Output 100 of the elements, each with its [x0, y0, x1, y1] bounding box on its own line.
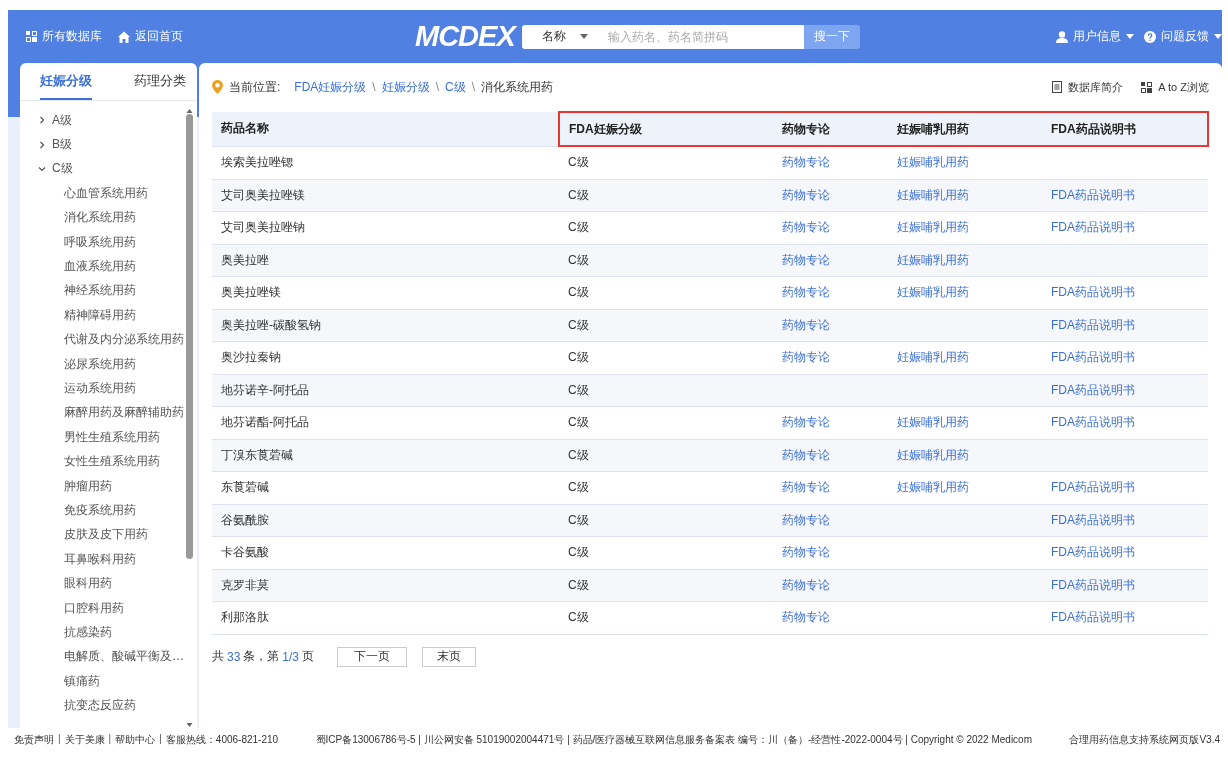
nav-link[interactable]: 返回首页 — [118, 28, 183, 45]
column-header: 药品名称 — [212, 112, 559, 146]
tree-item[interactable]: A级 — [38, 108, 185, 133]
breadcrumb-label: 当前位置: — [229, 78, 281, 96]
table-cell: C级 — [559, 309, 773, 342]
scrollbar[interactable] — [185, 108, 194, 728]
table-cell: C级 — [559, 276, 773, 309]
table-cell: 地芬诺辛-阿托品 — [212, 374, 559, 407]
table-cell: C级 — [559, 536, 773, 569]
table-link[interactable]: 药物专论 — [782, 545, 830, 560]
table-cell: C级 — [559, 406, 773, 439]
tree-item[interactable]: 男性生殖系统用药 — [38, 425, 185, 450]
tree-item[interactable]: C级 — [38, 156, 185, 182]
footer-separator: | — [159, 733, 162, 746]
table-cell: 艾司奥美拉唑镁 — [212, 179, 559, 212]
tree-item[interactable]: 免疫系统用药 — [38, 498, 185, 523]
tree-item[interactable]: 电解质、酸碱平衡及… — [38, 644, 185, 669]
tree-item[interactable]: 消化系统用药 — [38, 205, 185, 230]
table-cell: 利那洛肽 — [212, 601, 559, 634]
tree-item[interactable]: 口腔科用药 — [38, 595, 185, 621]
pager-button[interactable]: 末页 — [422, 646, 477, 667]
footer-link[interactable]: 免责声明 — [14, 733, 54, 747]
tree-item[interactable]: 泌尿系统用药 — [38, 351, 185, 377]
breadcrumb-link[interactable]: C级 — [445, 78, 466, 96]
footer-link[interactable]: 关于美康 — [64, 733, 105, 747]
table-link[interactable]: 妊娠哺乳用药 — [897, 480, 969, 495]
table-link[interactable]: 药物专论 — [782, 610, 830, 625]
tree-item[interactable]: 神经系统用药 — [38, 278, 185, 304]
tree-item[interactable]: 抗感染药 — [38, 620, 185, 645]
footer-link[interactable]: 客服热线：4006-821-210 — [165, 733, 279, 747]
tree-item[interactable]: 心血管系统用药 — [38, 181, 185, 206]
search-scope-dropdown[interactable]: 名称 — [522, 24, 608, 49]
tree-item[interactable]: B级 — [38, 132, 185, 157]
table-link[interactable]: 妊娠哺乳用药 — [897, 415, 969, 430]
table-cell: C级 — [559, 211, 773, 244]
caret-icon — [1214, 34, 1222, 39]
table-link[interactable]: 药物专论 — [782, 512, 830, 527]
pagination-text: 条，第 — [243, 648, 280, 665]
table-cell: 谷氨酰胺 — [212, 504, 559, 537]
breadcrumb-link[interactable]: 妊娠分级 — [381, 78, 430, 96]
breadcrumb-separator: \ — [435, 80, 440, 94]
tree-item[interactable]: 麻醉用药及麻醉辅助药 — [38, 400, 185, 426]
table-link[interactable]: 药物专论 — [782, 285, 830, 300]
table-cell: 地芬诺酯-阿托品 — [212, 406, 559, 439]
table-link[interactable]: FDA药品说明书 — [1051, 610, 1135, 625]
nav-menu[interactable]: 问题反馈 — [1144, 28, 1222, 45]
table-link[interactable]: 药物专论 — [782, 155, 830, 170]
table-link[interactable]: 妊娠哺乳用药 — [897, 155, 969, 170]
tree-item[interactable]: 耳鼻喉科用药 — [38, 547, 185, 572]
tree-item[interactable]: 镇痛药 — [38, 669, 185, 694]
table-cell: 艾司奥美拉唑钠 — [212, 211, 559, 244]
table-link[interactable]: 药物专论 — [782, 252, 830, 267]
footer-text: 合理用药信息支持系统网页版V3.4 — [1069, 733, 1220, 747]
toolbar-link[interactable]: A to Z浏览 — [1141, 79, 1209, 95]
table-link[interactable]: 药物专论 — [782, 447, 830, 462]
pager-button[interactable]: 下一页 — [337, 646, 408, 667]
tree-item[interactable]: 代谢及内分泌系统用药 — [38, 327, 185, 352]
table-link[interactable]: 药物专论 — [782, 480, 830, 495]
sidebar-tab[interactable]: 妊娠分级 — [40, 63, 92, 100]
table-link[interactable]: 药物专论 — [782, 317, 830, 332]
column-header: FDA药品说明书 — [1042, 112, 1208, 146]
table-link[interactable]: FDA药品说明书 — [1051, 545, 1135, 560]
document-icon — [1052, 81, 1063, 93]
tree-item[interactable]: 抗变态反应药 — [38, 693, 185, 718]
caret-icon — [1126, 34, 1134, 39]
table-link[interactable]: 药物专论 — [782, 220, 830, 235]
breadcrumb-link[interactable]: FDA妊娠分级 — [294, 78, 367, 96]
pagination-text: 共 — [212, 648, 224, 665]
toolbar-link[interactable]: 数据库简介 — [1052, 79, 1124, 95]
table-cell: C级 — [559, 374, 773, 407]
table-link[interactable]: 药物专论 — [782, 350, 830, 365]
search-field[interactable]: 输入药名、药名简拼码 — [608, 24, 804, 49]
table-link[interactable]: 药物专论 — [782, 187, 830, 202]
tree-item[interactable]: 女性生殖系统用药 — [38, 449, 185, 474]
nav-menu[interactable]: 用户信息 — [1056, 28, 1134, 45]
tree-item[interactable]: 运动系统用药 — [38, 376, 185, 401]
table-cell: 奥美拉唑镁 — [212, 276, 559, 309]
table-link[interactable]: FDA药品说明书 — [1051, 220, 1135, 235]
tree-item[interactable]: 肿瘤用药 — [38, 473, 185, 499]
tree-item[interactable]: 皮肤及皮下用药 — [38, 522, 185, 548]
table-link[interactable]: 妊娠哺乳用药 — [897, 220, 969, 235]
table-link[interactable]: 妊娠哺乳用药 — [897, 350, 969, 365]
tree-item[interactable]: 呼吸系统用药 — [38, 229, 185, 255]
table-link[interactable]: 药物专论 — [782, 577, 830, 592]
sidebar-tab[interactable]: 药理分类 — [134, 63, 186, 100]
footer-link[interactable]: 帮助中心 — [115, 733, 156, 747]
caret-icon — [580, 34, 588, 39]
table-link[interactable]: FDA药品说明书 — [1051, 350, 1135, 365]
table-cell: 奥美拉唑-碳酸氢钠 — [212, 309, 559, 342]
nav-link[interactable]: 所有数据库 — [26, 28, 102, 45]
tree-item[interactable]: 血液系统用药 — [38, 254, 185, 279]
table-link[interactable]: 药物专论 — [782, 415, 830, 430]
table-cell: 卡谷氨酸 — [212, 536, 559, 569]
tree-item[interactable]: 眼科用药 — [38, 571, 185, 596]
table-cell: C级 — [559, 179, 773, 212]
tree-item[interactable]: 精神障碍用药 — [38, 303, 185, 328]
table-link[interactable]: FDA药品说明书 — [1051, 415, 1135, 430]
table-link[interactable]: 妊娠哺乳用药 — [897, 285, 969, 300]
table-link[interactable]: FDA药品说明书 — [1051, 480, 1135, 495]
table-link[interactable]: FDA药品说明书 — [1051, 285, 1135, 300]
